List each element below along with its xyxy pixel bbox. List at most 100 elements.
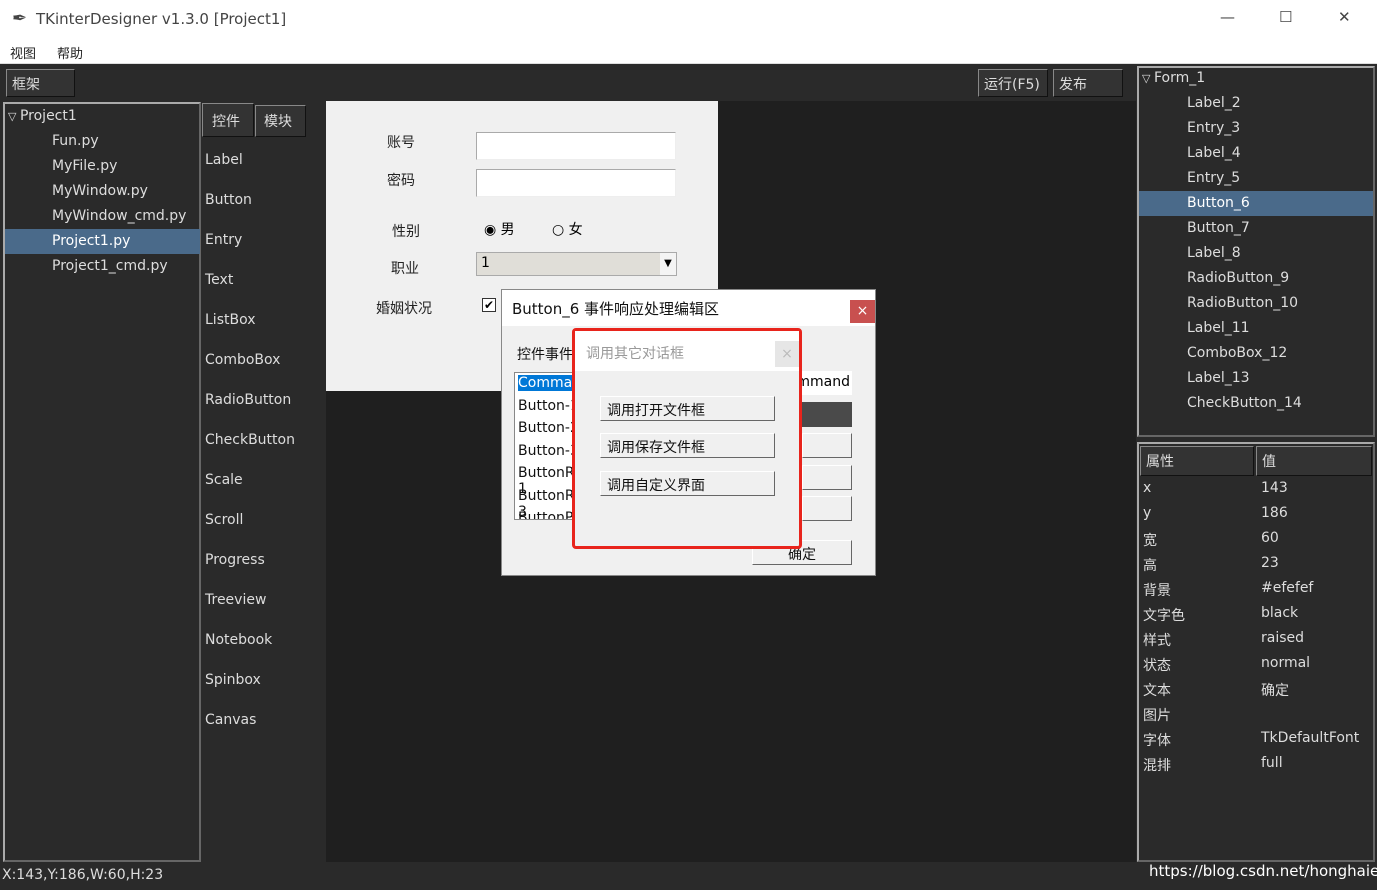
male-label: 男 bbox=[500, 222, 515, 238]
component-item[interactable]: Label_2 bbox=[1187, 91, 1241, 116]
job-value: 1 bbox=[481, 255, 490, 271]
component-item[interactable]: Entry_5 bbox=[1187, 166, 1240, 191]
dialog-close-button[interactable]: × bbox=[850, 300, 875, 323]
property-value[interactable]: raised bbox=[1261, 630, 1304, 646]
property-value[interactable]: 186 bbox=[1261, 505, 1288, 521]
property-value[interactable]: full bbox=[1261, 755, 1283, 771]
tree-item[interactable]: Fun.py bbox=[52, 129, 99, 154]
property-value[interactable]: normal bbox=[1261, 655, 1310, 671]
property-value[interactable]: black bbox=[1261, 605, 1298, 621]
tree-root[interactable]: ▽ Project1 bbox=[8, 104, 77, 129]
tree-item[interactable]: Project1_cmd.py bbox=[52, 254, 168, 279]
menu-view[interactable]: 视图 bbox=[10, 43, 36, 62]
popup-title: 调用其它对话框 bbox=[575, 331, 799, 371]
component-item[interactable]: RadioButton_9 bbox=[1187, 266, 1289, 291]
value-header: 值 bbox=[1256, 446, 1372, 476]
dialog-button[interactable] bbox=[802, 465, 852, 490]
component-item[interactable]: Button_6 bbox=[1187, 191, 1250, 216]
component-item[interactable]: ComboBox_12 bbox=[1187, 341, 1287, 366]
component-item[interactable]: Label_13 bbox=[1187, 366, 1250, 391]
run-button[interactable]: 运行(F5) bbox=[978, 69, 1048, 97]
property-name: 宽 bbox=[1143, 533, 1157, 549]
close-button[interactable]: ✕ bbox=[1338, 8, 1351, 26]
custom-dialog-button[interactable]: 调用自定义界面 bbox=[600, 471, 775, 496]
watermark: https://blog.csdn.net/honghaier bbox=[1149, 862, 1377, 880]
component-tree bbox=[1137, 66, 1375, 437]
dialog-title: Button_6 事件响应处理编辑区 bbox=[502, 290, 875, 326]
widget-item-listbox[interactable]: ListBox bbox=[205, 312, 256, 328]
tree-item[interactable]: MyWindow_cmd.py bbox=[52, 204, 186, 229]
radio-female[interactable]: ○ 女 bbox=[552, 219, 583, 239]
events-label: 控件事件 bbox=[517, 347, 573, 363]
component-root[interactable]: ▽ Form_1 bbox=[1142, 66, 1205, 91]
title-bar: ✒ TKinterDesigner v1.3.0 [Project1] — ☐ … bbox=[0, 0, 1377, 40]
property-value[interactable]: TkDefaultFont bbox=[1261, 730, 1359, 746]
component-item[interactable]: Entry_3 bbox=[1187, 116, 1240, 141]
event-item[interactable]: Button-3 bbox=[518, 443, 579, 459]
account-entry[interactable] bbox=[476, 132, 676, 160]
tree-item[interactable]: MyFile.py bbox=[52, 154, 117, 179]
dialog-button[interactable] bbox=[802, 496, 852, 521]
properties-panel bbox=[1137, 442, 1375, 862]
other-dialogs-popup: 调用其它对话框 × 调用打开文件框 调用保存文件框 调用自定义界面 bbox=[572, 328, 802, 549]
component-item[interactable]: Label_4 bbox=[1187, 141, 1241, 166]
component-item[interactable]: RadioButton_10 bbox=[1187, 291, 1298, 316]
component-item[interactable]: CheckButton_14 bbox=[1187, 391, 1302, 416]
code-area[interactable] bbox=[802, 402, 852, 427]
widget-item-combobox[interactable]: ComboBox bbox=[205, 352, 280, 368]
widget-item-checkbutton[interactable]: CheckButton bbox=[205, 432, 295, 448]
widget-item-text[interactable]: Text bbox=[205, 272, 233, 288]
maximize-button[interactable]: ☐ bbox=[1279, 8, 1292, 26]
tab-widgets[interactable]: 控件 bbox=[202, 103, 254, 137]
widget-item-entry[interactable]: Entry bbox=[205, 232, 242, 248]
publish-button[interactable]: 发布 bbox=[1053, 69, 1123, 97]
widget-item-canvas[interactable]: Canvas bbox=[205, 712, 256, 728]
property-value[interactable]: 143 bbox=[1261, 480, 1288, 496]
widget-item-scale[interactable]: Scale bbox=[205, 472, 243, 488]
frame-button[interactable]: 框架 bbox=[6, 69, 75, 97]
property-value[interactable]: 23 bbox=[1261, 555, 1279, 571]
save-file-dialog-button[interactable]: 调用保存文件框 bbox=[600, 433, 775, 458]
female-label: 女 bbox=[568, 222, 583, 238]
marriage-checkbox[interactable]: ✔ bbox=[482, 298, 496, 312]
menu-help[interactable]: 帮助 bbox=[57, 43, 83, 62]
popup-close-button[interactable]: × bbox=[775, 341, 799, 367]
property-value[interactable]: #efefef bbox=[1261, 580, 1313, 596]
property-name: x bbox=[1143, 480, 1152, 496]
menu-bar: 视图 帮助 bbox=[0, 40, 1377, 64]
tree-item[interactable]: MyWindow.py bbox=[52, 179, 148, 204]
job-combobox[interactable]: 1 ▼ bbox=[476, 252, 677, 276]
open-file-dialog-button[interactable]: 调用打开文件框 bbox=[600, 396, 775, 421]
dialog-button[interactable] bbox=[802, 433, 852, 458]
property-name: 文字色 bbox=[1143, 608, 1185, 624]
dropdown-arrow-icon[interactable]: ▼ bbox=[660, 253, 676, 275]
component-selection bbox=[1139, 191, 1373, 216]
component-item[interactable]: Button_7 bbox=[1187, 216, 1250, 241]
widget-item-radiobutton[interactable]: RadioButton bbox=[205, 392, 291, 408]
widget-item-button[interactable]: Button bbox=[205, 192, 252, 208]
widget-item-treeview[interactable]: Treeview bbox=[205, 592, 266, 608]
widget-item-label[interactable]: Label bbox=[205, 152, 243, 168]
tree-root-label: Project1 bbox=[19, 108, 77, 124]
tree-item-selected[interactable]: Project1.py bbox=[52, 229, 130, 254]
property-name: 状态 bbox=[1143, 658, 1171, 674]
radio-male[interactable]: ◉ 男 bbox=[484, 219, 515, 239]
widget-item-spinbox[interactable]: Spinbox bbox=[205, 672, 261, 688]
event-item[interactable]: Button-2 bbox=[518, 420, 579, 436]
minimize-button[interactable]: — bbox=[1220, 8, 1235, 26]
widget-item-scroll[interactable]: Scroll bbox=[205, 512, 243, 528]
gender-label: 性别 bbox=[392, 224, 420, 240]
property-name: 样式 bbox=[1143, 633, 1171, 649]
password-entry[interactable] bbox=[476, 169, 676, 197]
property-name: 背景 bbox=[1143, 583, 1171, 599]
widget-item-notebook[interactable]: Notebook bbox=[205, 632, 272, 648]
component-item[interactable]: Label_11 bbox=[1187, 316, 1250, 341]
property-value[interactable]: 60 bbox=[1261, 530, 1279, 546]
property-value[interactable]: 确定 bbox=[1261, 680, 1289, 700]
event-item[interactable]: Button-1 bbox=[518, 398, 579, 414]
tab-modules[interactable]: 模块 bbox=[255, 105, 306, 137]
component-item[interactable]: Label_8 bbox=[1187, 241, 1241, 266]
status-bar: X:143,Y:186,W:60,H:23 bbox=[2, 867, 164, 883]
window-title: TKinterDesigner v1.3.0 [Project1] bbox=[36, 10, 287, 28]
widget-item-progress[interactable]: Progress bbox=[205, 552, 265, 568]
